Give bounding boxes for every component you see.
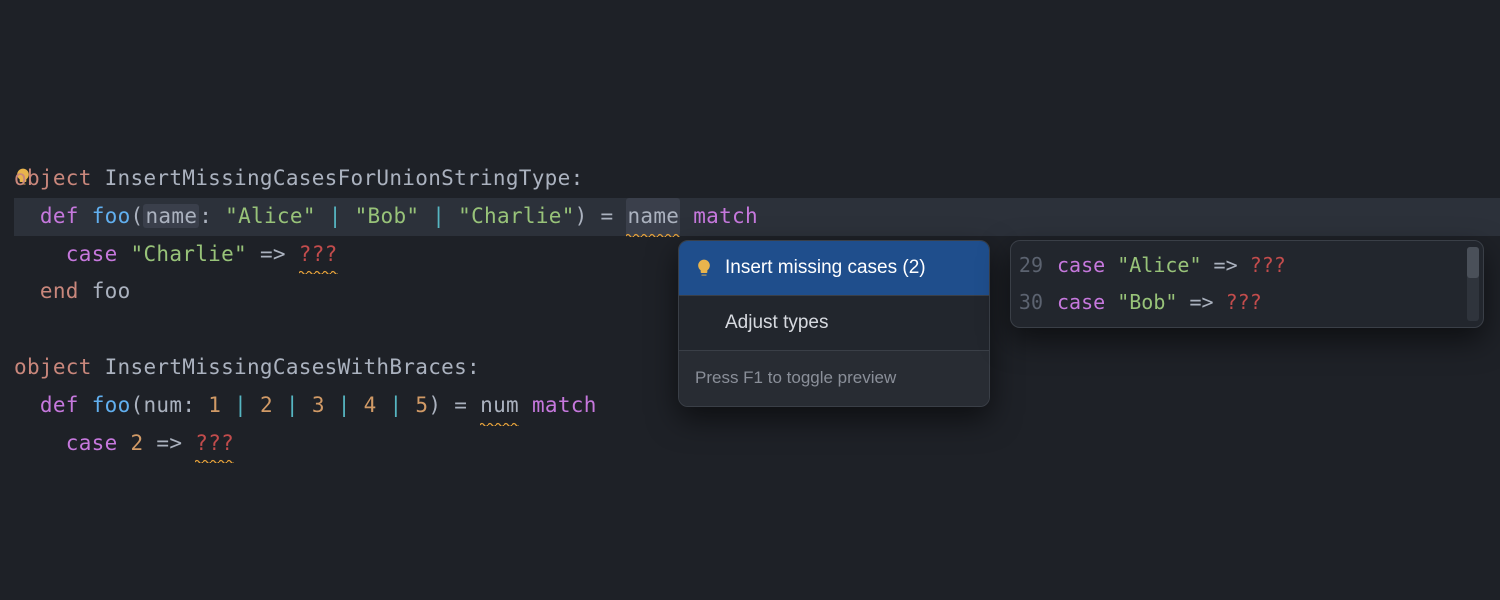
quick-fix-item-label: Insert missing cases (2) [725,251,926,285]
code-line[interactable]: case 2 => ??? [14,425,1500,463]
placeholder-expr: ??? [299,236,338,274]
quick-fix-popup: Insert missing cases (2) Adjust types Pr… [678,240,990,407]
code-line[interactable]: object InsertMissingCasesForUnionStringT… [14,160,1500,198]
function-name: foo [92,204,131,228]
line-number: 29 [1011,247,1057,284]
keyword-match: match [532,393,597,417]
keyword-end: end [40,279,79,303]
quick-fix-item-insert-missing-cases[interactable]: Insert missing cases (2) [679,241,989,295]
match-subject: num [480,387,519,425]
line-number: 30 [1011,284,1057,321]
keyword-case: case [66,242,118,266]
lightbulb-icon [693,258,715,278]
placeholder-expr: ??? [195,425,234,463]
scrollbar[interactable] [1467,247,1479,321]
type-name: InsertMissingCasesForUnionStringType: [92,166,584,190]
match-subject: name [626,198,680,236]
quick-fix-item-adjust-types[interactable]: Adjust types [679,296,989,350]
keyword-object: object [14,355,92,379]
keyword-object: object [14,166,92,190]
param-name: num [143,393,182,417]
function-name: foo [92,393,131,417]
type-name: InsertMissingCasesWithBraces: [92,355,480,379]
quick-fix-item-label: Adjust types [725,306,829,340]
keyword-def: def [40,204,79,228]
keyword-case: case [66,431,118,455]
param-name: name [143,204,199,228]
preview-line: 29 case "Alice" => ??? [1011,247,1483,284]
quick-fix-preview-panel: 29 case "Alice" => ??? 30 case "Bob" => … [1010,240,1484,328]
quick-fix-hint: Press F1 to toggle preview [679,350,989,406]
preview-line: 30 case "Bob" => ??? [1011,284,1483,321]
keyword-match: match [693,204,758,228]
code-line[interactable]: def foo(name: "Alice" | "Bob" | "Charlie… [14,198,1500,236]
keyword-def: def [40,393,79,417]
